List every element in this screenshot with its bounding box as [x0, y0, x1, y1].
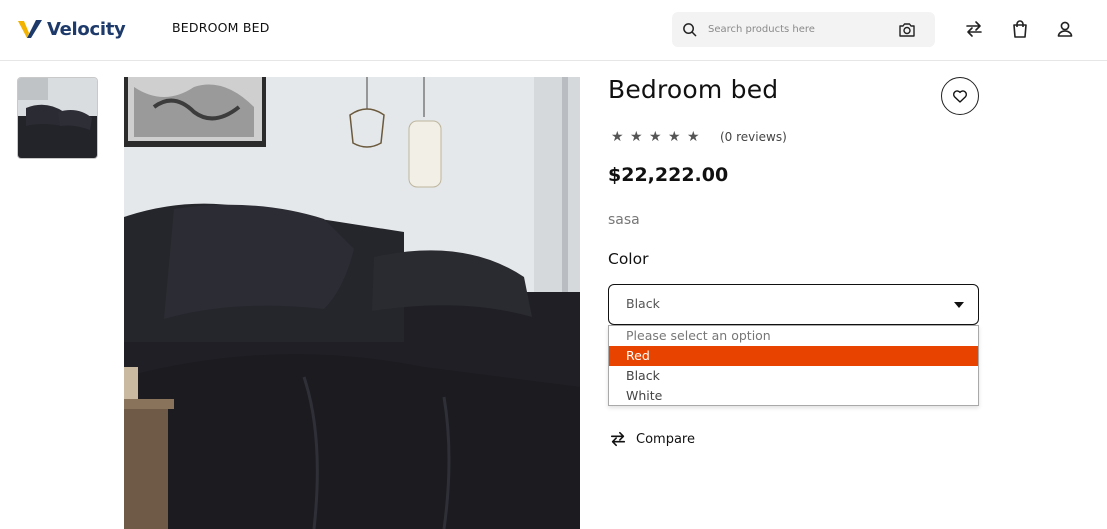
heart-icon	[953, 90, 967, 103]
star-icon: ★	[630, 129, 643, 145]
brand-logo[interactable]: Velocity	[17, 17, 126, 41]
color-select-value: Black	[626, 296, 660, 311]
logo-mark-icon	[18, 20, 42, 38]
star-icon: ★	[668, 129, 681, 145]
compare-button[interactable]: Compare	[609, 430, 695, 448]
compare-icon[interactable]	[964, 19, 984, 39]
search-input[interactable]	[708, 20, 888, 39]
color-options-list: Please select an option Red Black White	[608, 325, 979, 406]
color-option[interactable]: White	[609, 386, 978, 406]
product-main-image[interactable]	[124, 77, 580, 529]
brand-name: Velocity	[47, 18, 126, 40]
search-bar	[672, 12, 935, 47]
breadcrumb: BEDROOM BED	[172, 20, 270, 35]
camera-icon[interactable]	[898, 21, 916, 38]
compare-icon	[610, 431, 626, 447]
wishlist-button[interactable]	[941, 77, 979, 115]
star-icon: ★	[611, 129, 624, 145]
color-select[interactable]: Black	[608, 284, 979, 325]
bag-icon[interactable]	[1010, 19, 1030, 39]
caret-down-icon	[954, 302, 964, 308]
product-title: Bedroom bed	[608, 75, 779, 104]
thumbnail-image	[18, 78, 97, 158]
color-option[interactable]: Please select an option	[609, 326, 978, 346]
review-count[interactable]: (0 reviews)	[720, 130, 787, 144]
bed-photo	[124, 77, 580, 529]
user-icon[interactable]	[1055, 19, 1075, 39]
color-option-highlighted[interactable]: Red	[609, 346, 978, 366]
search-icon[interactable]	[682, 22, 697, 37]
color-label: Color	[608, 250, 649, 268]
site-header: Velocity BEDROOM BED	[0, 0, 1107, 61]
product-price: $22,222.00	[608, 164, 729, 186]
product-thumbnail[interactable]	[17, 77, 98, 159]
star-icon: ★	[687, 129, 700, 145]
star-icon: ★	[649, 129, 662, 145]
color-option[interactable]: Black	[609, 366, 978, 386]
compare-label: Compare	[636, 431, 695, 447]
product-description: sasa	[608, 212, 640, 228]
rating-stars: ★ ★ ★ ★ ★	[611, 130, 702, 145]
